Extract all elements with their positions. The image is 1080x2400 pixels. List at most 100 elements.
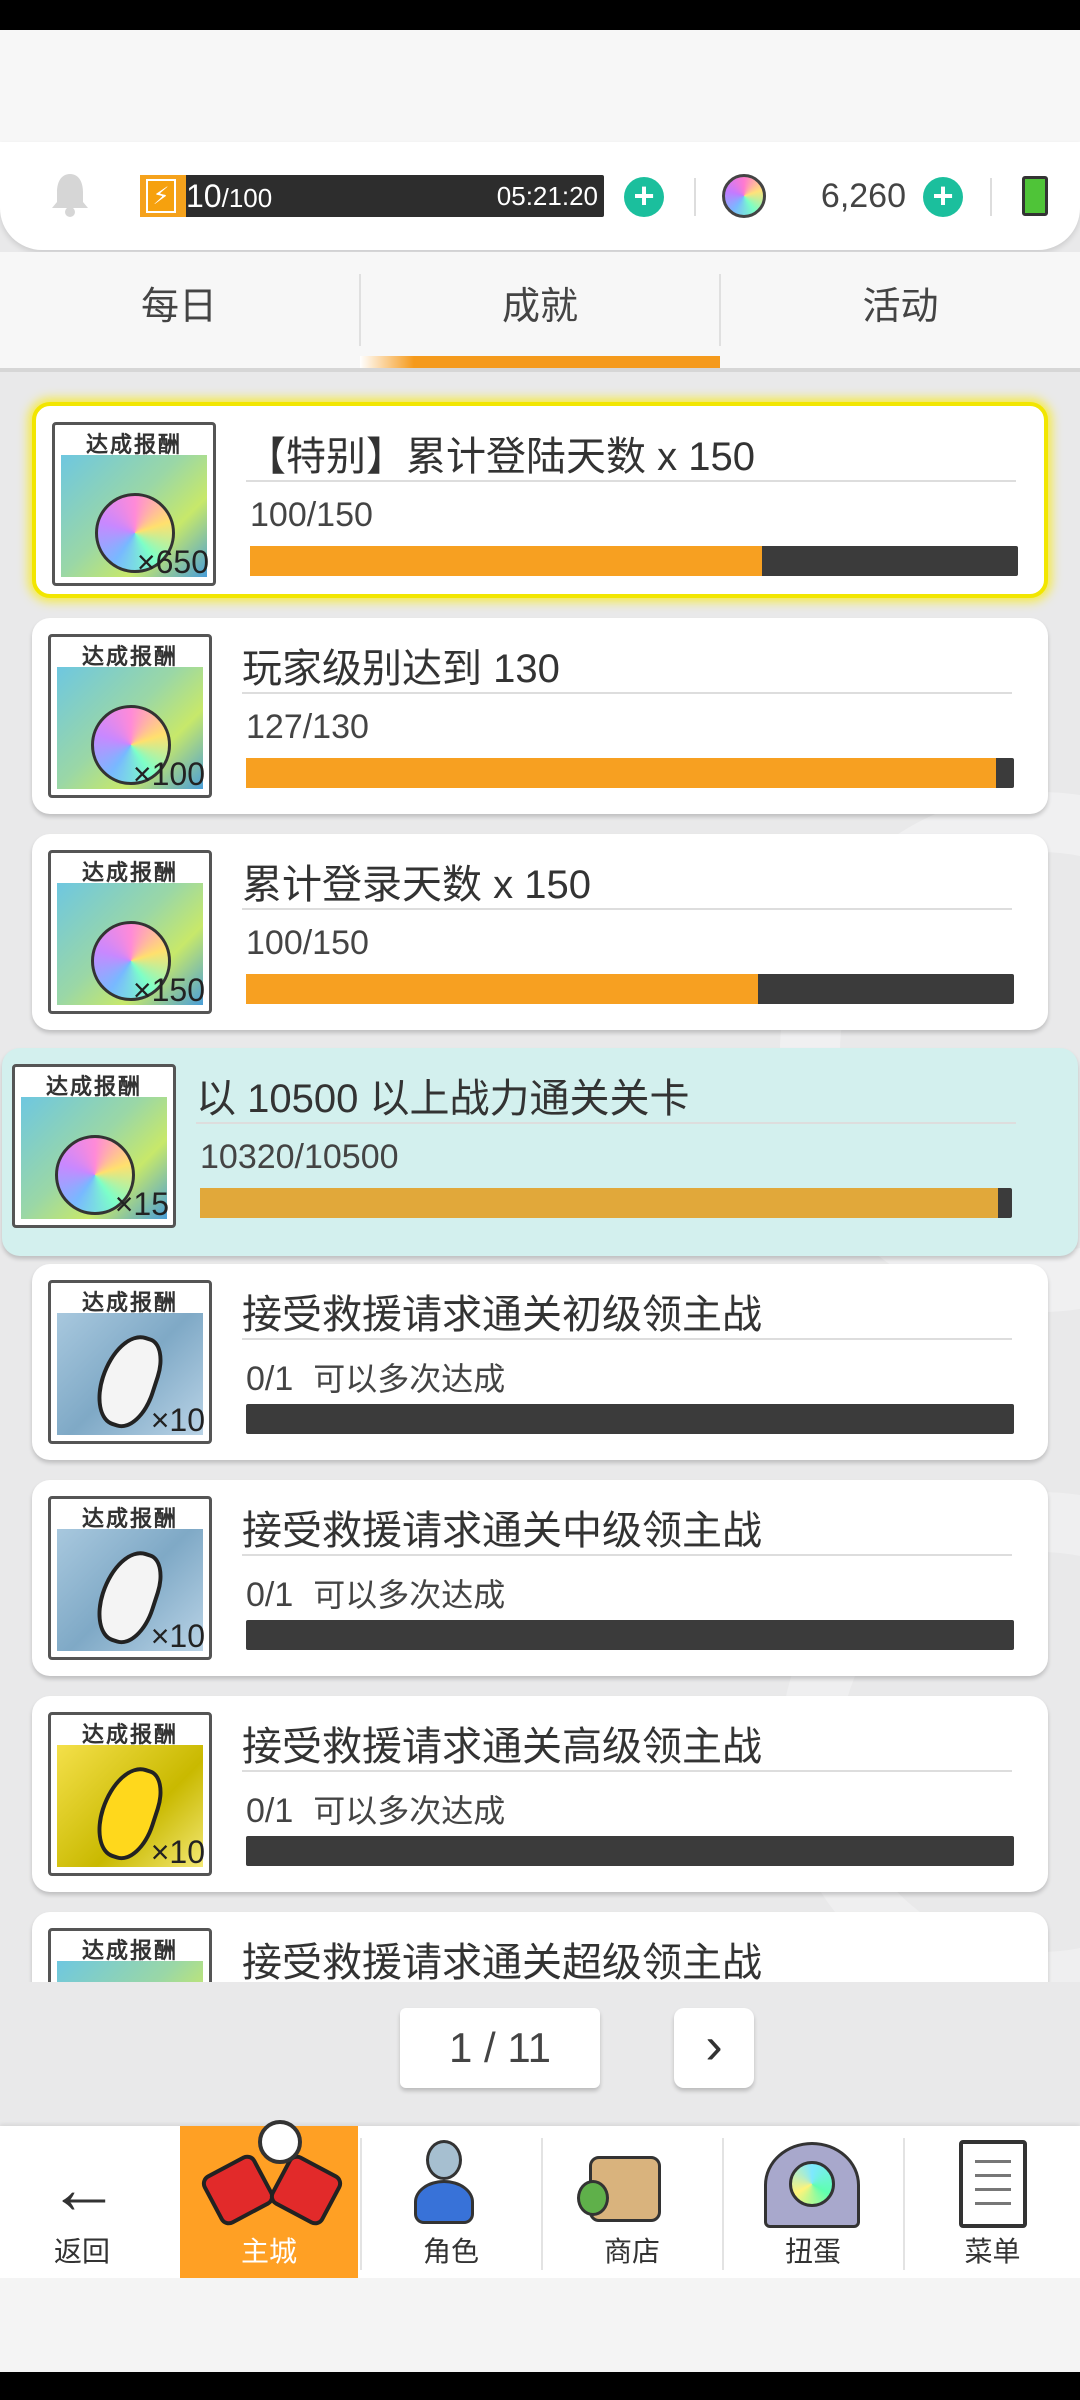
divider (246, 480, 1016, 482)
divider (242, 692, 1012, 694)
achievement-card[interactable]: 达成报酬 ×15 以 10500 以上战力通关关卡 10320/10500 (2, 1048, 1078, 1256)
achievement-progress-text: 127/130 (246, 708, 369, 747)
nav-character-label: 角色 (422, 2236, 479, 2267)
reward-count: ×15 (114, 1186, 169, 1222)
reward-box: 达成报酬 ×10 (48, 1496, 212, 1660)
energy-value: 10/100 (186, 175, 272, 217)
achievement-progress-bar (246, 974, 1014, 1004)
achievement-progress-bar (246, 1836, 1014, 1866)
reward-box: 达成报酬 ×15 (12, 1064, 176, 1228)
achievement-progress-fill (250, 546, 763, 576)
achievement-card[interactable]: 达成报酬 ×10 接受救援请求通关初级领主战 0/1 可以多次达成 (32, 1264, 1048, 1460)
progress-count: 0/1 (246, 1360, 294, 1398)
progress-count: 100/150 (246, 924, 369, 962)
reward-box: 达成报酬 ×650 (52, 422, 216, 586)
divider (242, 1338, 1012, 1340)
nav-character[interactable]: 角色 (362, 2126, 540, 2278)
nav-gacha-label: 扭蛋 (784, 2236, 841, 2267)
reward-image (57, 1961, 203, 1982)
reward-count: ×10 (150, 1402, 205, 1438)
energy-current: 10 (186, 178, 222, 214)
bell-icon[interactable] (48, 170, 92, 218)
divider (242, 908, 1012, 910)
achievement-list[interactable]: 达成报酬 ×650 【特别】累计登陆天数 x 150 100/150 达成报酬 ×100 玩… (0, 372, 1080, 1982)
nav-shop-label: 商店 (603, 2236, 660, 2267)
divider (196, 1122, 1016, 1124)
back-arrow-icon: ← (48, 2149, 120, 2229)
achievement-title: 累计登录天数 x 150 (242, 863, 591, 907)
energy-timer: 05:21:20 (496, 181, 598, 211)
tab-selected-indicator (360, 356, 720, 368)
reward-count: ×100 (132, 756, 205, 792)
nav-menu-label: 菜单 (964, 2236, 1021, 2267)
nav-back[interactable]: ← 返回 (0, 2126, 164, 2278)
next-page-button[interactable]: › (674, 2008, 754, 2088)
achievement-progress-text: 10320/10500 (200, 1138, 399, 1177)
page-indicator: 1 / 11 (400, 2008, 600, 2088)
top-spacer (0, 30, 1080, 150)
reward-box: 达成报酬 ×100 (48, 634, 212, 798)
main-city-icon (194, 2120, 346, 2230)
reward-count: ×150 (132, 972, 205, 1008)
status-bar (0, 0, 1080, 30)
divider (242, 1554, 1012, 1556)
add-energy-button[interactable]: + (624, 177, 664, 217)
nav-main-label: 主城 (240, 2236, 297, 2267)
gacha-icon (764, 2142, 860, 2228)
achievement-card[interactable]: 达成报酬 ×10 接受救援请求通关高级领主战 0/1 可以多次达成 (32, 1696, 1048, 1892)
reward-box: 达成报酬 (48, 1928, 212, 1982)
system-nav-bar (0, 2372, 1080, 2400)
tab-daily[interactable]: 每日 (0, 252, 358, 370)
achievement-card[interactable]: 达成报酬 接受救援请求通关超级领主战 (32, 1912, 1048, 1982)
achievement-progress-bar (246, 758, 1014, 788)
repeatable-note: 可以多次达成 (313, 1361, 506, 1397)
progress-count: 10320/10500 (200, 1138, 399, 1176)
achievement-progress-text: 0/1 可以多次达成 (246, 1786, 505, 1832)
reward-count: ×10 (150, 1618, 205, 1654)
battery-icon (1022, 176, 1048, 216)
lightning-icon: ⚡ (146, 179, 176, 213)
divider (242, 1770, 1012, 1772)
achievement-card[interactable]: 达成报酬 ×100 玩家级别达到 130 127/130 (32, 618, 1048, 814)
achievement-title: 接受救援请求通关高级领主战 (242, 1725, 762, 1769)
progress-count: 127/130 (246, 708, 369, 746)
gem-count: 6,260 (820, 177, 906, 215)
achievement-card[interactable]: 达成报酬 ×10 接受救援请求通关中级领主战 0/1 可以多次达成 (32, 1480, 1048, 1676)
reward-count: ×650 (136, 544, 209, 580)
gem-icon (722, 174, 766, 218)
achievement-progress-fill (246, 974, 759, 1004)
reward-box: 达成报酬 ×10 (48, 1280, 212, 1444)
achievement-progress-text: 100/150 (246, 924, 369, 963)
nav-footer (0, 2278, 1080, 2372)
repeatable-note: 可以多次达成 (313, 1577, 506, 1613)
achievement-title: 玩家级别达到 130 (242, 647, 560, 691)
achievement-progress-bar (246, 1404, 1014, 1434)
progress-count: 0/1 (246, 1576, 294, 1614)
nav-menu[interactable]: 菜单 (905, 2126, 1080, 2278)
nav-shop[interactable]: 商店 (543, 2126, 721, 2278)
divider (694, 178, 696, 216)
achievement-title: 以 10500 以上战力通关关卡 (196, 1077, 690, 1121)
reward-box: 达成报酬 ×150 (48, 850, 212, 1014)
rainbow-feather-icon (87, 1974, 171, 1982)
nav-gacha[interactable]: 扭蛋 (724, 2126, 902, 2278)
achievement-progress-bar (250, 546, 1018, 576)
repeatable-note: 可以多次达成 (313, 1793, 506, 1829)
add-gem-button[interactable]: + (923, 177, 963, 217)
achievement-progress-bar (200, 1188, 1012, 1218)
nav-back-label: 返回 (53, 2236, 110, 2267)
achievement-progress-text: 0/1 可以多次达成 (246, 1570, 505, 1616)
reward-count: ×10 (150, 1834, 205, 1870)
achievement-card[interactable]: 达成报酬 ×150 累计登录天数 x 150 100/150 (32, 834, 1048, 1030)
nav-main-city[interactable]: 主城 (180, 2120, 358, 2278)
progress-count: 100/150 (250, 496, 373, 534)
tab-achievements[interactable]: 成就 (361, 252, 719, 370)
achievement-title: 接受救援请求通关中级领主战 (242, 1509, 762, 1553)
tab-events[interactable]: 活动 (721, 252, 1080, 370)
character-icon (414, 2140, 474, 2228)
achievement-card[interactable]: 达成报酬 ×650 【特别】累计登陆天数 x 150 100/150 (32, 402, 1048, 598)
achievement-progress-text: 100/150 (250, 496, 373, 535)
achievement-progress-bar (246, 1620, 1014, 1650)
divider (990, 178, 992, 216)
energy-max: /100 (221, 183, 273, 213)
